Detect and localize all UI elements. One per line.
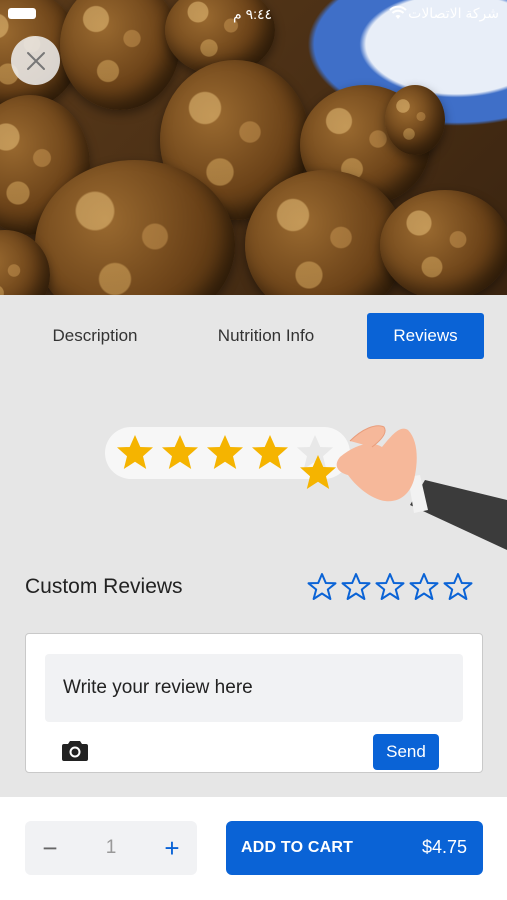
reviews-section-title: Custom Reviews bbox=[25, 575, 183, 598]
tab-nutrition-info[interactable]: Nutrition Info bbox=[196, 313, 336, 359]
close-icon bbox=[26, 51, 45, 70]
cart-price: $4.75 bbox=[421, 837, 467, 857]
rating-star-1[interactable] bbox=[307, 572, 337, 602]
rating-illustration bbox=[105, 425, 507, 550]
decrease-quantity-button[interactable]: − bbox=[25, 821, 75, 875]
review-input[interactable] bbox=[45, 654, 463, 722]
wifi-icon bbox=[389, 5, 407, 19]
status-time: ٩:٤٤ م bbox=[233, 6, 273, 22]
quantity-stepper: − 1 + bbox=[25, 821, 197, 875]
add-to-cart-label: ADD TO CART bbox=[241, 839, 354, 856]
rating-star-4[interactable] bbox=[409, 572, 439, 602]
close-button[interactable] bbox=[11, 36, 60, 85]
rating-star-3[interactable] bbox=[375, 572, 405, 602]
quantity-value: 1 bbox=[105, 837, 117, 858]
carrier-name: شركة الاتصالات bbox=[408, 5, 499, 21]
product-tabs: Description Nutrition Info Reviews bbox=[0, 313, 507, 359]
battery-icon bbox=[8, 8, 36, 19]
tab-description[interactable]: Description bbox=[25, 313, 165, 359]
send-review-button[interactable]: Send bbox=[373, 734, 439, 770]
rating-star-5[interactable] bbox=[443, 572, 473, 602]
tab-reviews[interactable]: Reviews bbox=[367, 313, 484, 359]
camera-icon[interactable] bbox=[62, 739, 88, 761]
review-form: Send bbox=[25, 633, 483, 773]
add-to-cart-button[interactable]: ADD TO CART $4.75 bbox=[226, 821, 483, 875]
rating-input bbox=[307, 572, 473, 602]
increase-quantity-button[interactable]: + bbox=[147, 821, 197, 875]
rating-star-2[interactable] bbox=[341, 572, 371, 602]
bottom-bar: − 1 + ADD TO CART $4.75 bbox=[0, 797, 507, 900]
product-image bbox=[0, 0, 507, 295]
status-bar: ٩:٤٤ م شركة الاتصالات bbox=[0, 0, 507, 28]
